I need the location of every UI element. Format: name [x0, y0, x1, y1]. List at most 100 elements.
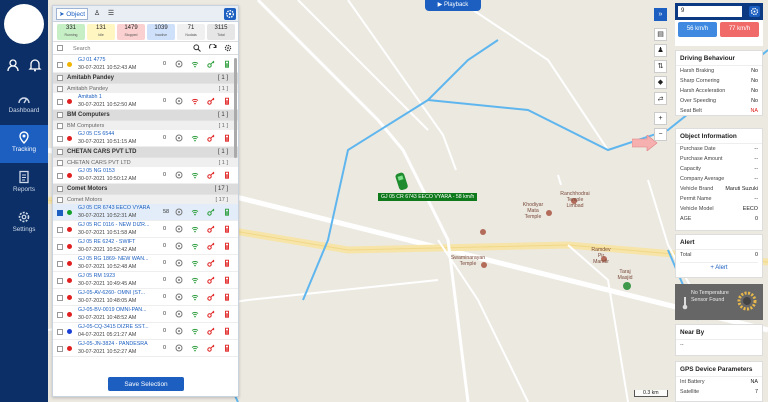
panel-settings-button[interactable] — [224, 8, 236, 20]
row-checkbox[interactable] — [57, 244, 63, 250]
vehicle-time: 04-07-2021 05:21:27 AM — [78, 332, 137, 338]
bell-icon[interactable] — [28, 58, 42, 72]
list-scrollbar[interactable] — [234, 58, 237, 158]
nav-reports[interactable]: Reports — [0, 165, 48, 203]
row-checkbox[interactable] — [57, 75, 63, 81]
signal-icon — [191, 172, 199, 179]
group-name: Amitabh Pandey — [67, 86, 109, 92]
vehicle-selector[interactable]: 9 — [678, 6, 742, 17]
vehicle-name[interactable]: GJ 05 CR 6743 EECO VYARA — [78, 205, 150, 211]
vehicle-name[interactable]: GJ-05-BV-0019 OMNI-PAN... — [78, 307, 147, 313]
user-icon[interactable] — [6, 58, 20, 72]
save-selection-button[interactable]: Save Selection — [108, 377, 184, 391]
row-checkbox[interactable] — [57, 261, 63, 267]
tab-groups-icon[interactable]: ♙ — [91, 8, 103, 20]
row-checkbox[interactable] — [57, 278, 63, 284]
expand-right-button[interactable]: » — [654, 8, 667, 21]
subgroup-row[interactable]: CHETAN CARS PVT LTD[ 1 ] — [53, 157, 238, 167]
vehicle-row[interactable]: GJ 05 RC 0116 - NEW DIZR... 30-07-2021 10… — [53, 221, 238, 238]
vehicle-name[interactable]: GJ-05-AV-6260- OMNI (ST... — [78, 290, 145, 296]
row-checkbox[interactable] — [57, 173, 63, 179]
nav-tracking[interactable]: Tracking — [0, 125, 48, 163]
row-checkbox[interactable] — [57, 123, 63, 129]
stat-idle[interactable]: 131 Idle — [87, 24, 115, 40]
vehicle-list[interactable]: GJ 01 4775 30-07-2021 10:52:43 AM 0 Amitabh… — [53, 56, 238, 374]
playback-button[interactable]: ▶ Playback — [425, 0, 481, 11]
row-checkbox[interactable] — [57, 197, 63, 203]
nav-settings[interactable]: Settings — [0, 205, 48, 243]
stat-stopped[interactable]: 1479 Stopped — [117, 24, 145, 40]
vehicle-row[interactable]: GJ 05 NG 0153 30-07-2021 10:50:12 AM 0 — [53, 167, 238, 184]
row-checkbox[interactable] — [57, 86, 63, 92]
row-checkbox[interactable] — [57, 149, 63, 155]
vehicle-row[interactable]: GJ 05 CS 6544 30-07-2021 10:51:15 AM 0 — [53, 130, 238, 147]
row-checkbox[interactable] — [57, 99, 63, 105]
vehicle-row[interactable]: GJ 05 RM 1923 30-07-2021 10:49:45 AM 0 — [53, 272, 238, 289]
row-checkbox[interactable] — [57, 227, 63, 233]
steering-icon — [175, 134, 183, 142]
tag-icon[interactable]: ◆ — [654, 76, 667, 89]
share-icon[interactable]: ⥄ — [654, 92, 667, 105]
person-icon[interactable]: ♟ — [654, 44, 667, 57]
info-settings-button[interactable] — [749, 6, 760, 17]
vehicle-time: 30-07-2021 10:51:58 AM — [78, 230, 137, 236]
row-checkbox[interactable] — [57, 329, 63, 335]
vehicle-name[interactable]: GJ 01 4775 — [78, 57, 105, 63]
row-checkbox[interactable] — [57, 186, 63, 192]
vehicle-row[interactable]: GJ-05-AV-6260- OMNI (ST... 30-07-2021 10:… — [53, 289, 238, 306]
group-row[interactable]: BM Computers [ 1 ] — [53, 110, 238, 120]
vehicle-row[interactable]: GJ 05 CR 6743 EECO VYARA 30-07-2021 10:52… — [53, 204, 238, 221]
vehicle-row[interactable]: GJ-05-JN-3824 - PANDESRA 30-07-2021 10:52… — [53, 340, 238, 357]
row-checkbox[interactable] — [57, 112, 63, 118]
vehicle-map-label[interactable]: GJ 05 CR 6743 EECO VYARA - 58 km/h — [378, 193, 478, 201]
vehicle-row[interactable]: GJ-05-BV-0019 OMNI-PAN... 30-07-2021 10:4… — [53, 306, 238, 323]
vehicle-name[interactable]: Amitabh 1 — [78, 94, 102, 100]
search-input[interactable] — [73, 44, 183, 53]
row-checkbox[interactable] — [57, 295, 63, 301]
vehicle-row[interactable]: GJ 05 RE 6242 - SWIFT 30-07-2021 10:52:42… — [53, 238, 238, 255]
stat-running[interactable]: 331 Running — [57, 24, 85, 40]
zoom-out-button[interactable]: − — [654, 128, 667, 141]
group-row[interactable]: Comet Motors [ 17 ] — [53, 184, 238, 194]
row-checkbox[interactable] — [57, 62, 63, 68]
group-row[interactable]: CHETAN CARS PVT LTD [ 1 ] — [53, 147, 238, 157]
vehicle-name[interactable]: GJ 05 CS 6544 — [78, 131, 114, 137]
vehicle-name[interactable]: GJ 05 RG 1869- NEW WAN... — [78, 256, 148, 262]
book-icon[interactable]: ▤ — [654, 28, 667, 41]
nav-dashboard[interactable]: Dashboard — [0, 86, 48, 124]
vehicle-row[interactable]: GJ 05 RG 1869- NEW WAN... 30-07-2021 10:5… — [53, 255, 238, 272]
vehicle-row[interactable]: GJ 01 4775 30-07-2021 10:52:43 AM 0 — [53, 56, 238, 73]
vehicle-row[interactable]: GJ-05-CQ-3415 DIZRE SST... 04-07-2021 05:… — [53, 323, 238, 340]
vehicle-name[interactable]: GJ 05 RE 6242 - SWIFT — [78, 239, 135, 245]
route-icon[interactable]: ⇅ — [654, 60, 667, 73]
tab-object[interactable]: ➤ Object — [56, 8, 88, 20]
subgroup-row[interactable]: Amitabh Pandey[ 1 ] — [53, 83, 238, 93]
tab-list-icon[interactable]: ☰ — [105, 8, 117, 20]
settings-icon[interactable] — [224, 44, 232, 52]
row-checkbox[interactable] — [57, 136, 63, 142]
stat-nodata[interactable]: 71 Nodata — [177, 24, 205, 40]
stat-inactive[interactable]: 1039 Inactive — [147, 24, 175, 40]
select-all-checkbox[interactable] — [57, 45, 63, 51]
subgroup-row[interactable]: Comet Motors[ 17 ] — [53, 194, 238, 204]
row-checkbox[interactable] — [57, 160, 63, 166]
nav-label: Settings — [12, 226, 36, 233]
group-row[interactable]: Amitabh Pandey [ 1 ] — [53, 73, 238, 83]
place-label: Swaminarayan Temple — [450, 255, 486, 267]
vehicle-name[interactable]: GJ-05-JN-3824 - PANDESRA — [78, 341, 148, 347]
gps-parameter-row: Satellite 7 — [680, 389, 758, 395]
row-checkbox[interactable] — [57, 346, 63, 352]
zoom-in-button[interactable]: + — [654, 112, 667, 125]
vehicle-name[interactable]: GJ-05-CQ-3415 DIZRE SST... — [78, 324, 149, 330]
row-checkbox[interactable] — [57, 312, 63, 318]
vehicle-name[interactable]: GJ 05 RC 0116 - NEW DIZR... — [78, 222, 149, 228]
vehicle-name[interactable]: GJ 05 NG 0153 — [78, 168, 115, 174]
row-checkbox[interactable] — [57, 210, 63, 216]
refresh-icon[interactable] — [209, 44, 217, 52]
stat-total[interactable]: 3115 Total — [207, 24, 235, 40]
vehicle-name[interactable]: GJ 05 RM 1923 — [78, 273, 115, 279]
add-alert-button[interactable]: + Alert — [680, 262, 758, 271]
search-icon[interactable] — [193, 44, 201, 52]
vehicle-row[interactable]: Amitabh 1 30-07-2021 10:52:50 AM 0 — [53, 93, 238, 110]
subgroup-row[interactable]: BM Computers[ 1 ] — [53, 120, 238, 130]
